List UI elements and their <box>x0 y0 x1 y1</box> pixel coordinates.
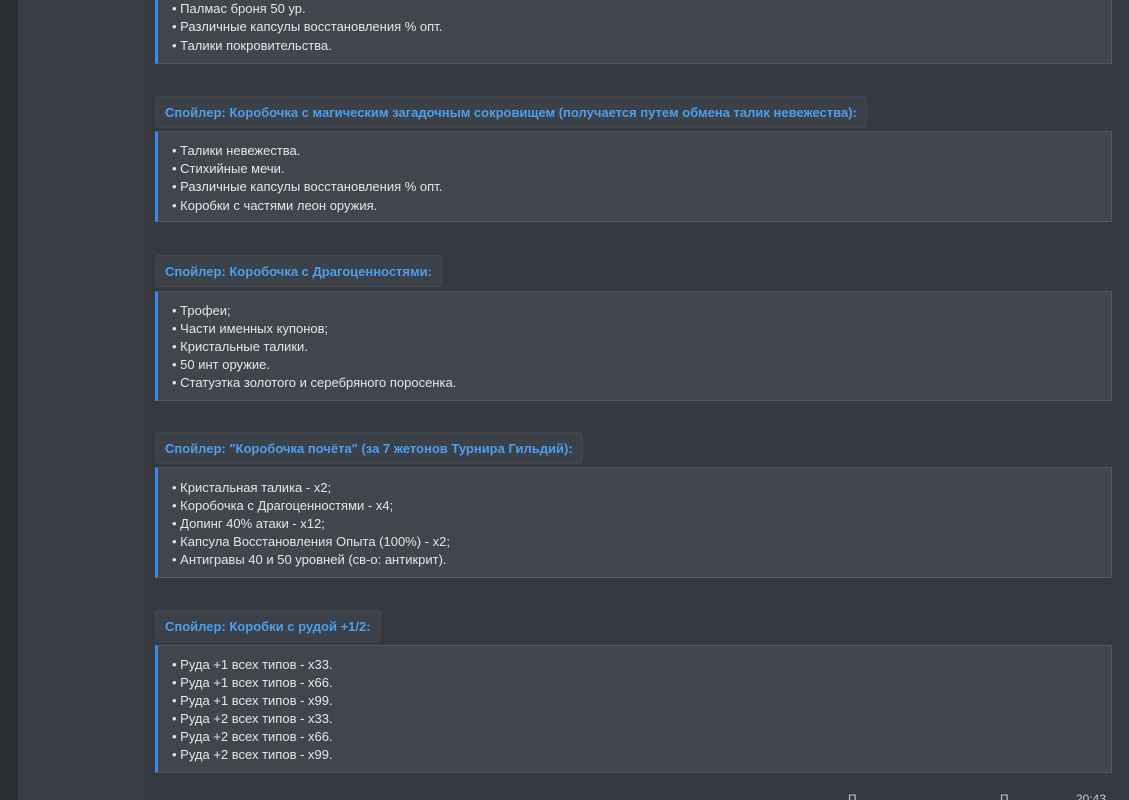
post-footer-link[interactable]: П <box>848 792 857 800</box>
list-item: • Части именных купонов; <box>172 321 329 336</box>
list-item: • Стихийные мечи. <box>172 161 285 176</box>
forum-page: • Палмас броня 50 ур. • Различные капсул… <box>0 0 1129 800</box>
list-item: • Кристальные талики. <box>172 339 308 354</box>
post-timestamp: 20:43 <box>1076 792 1107 800</box>
spoiler-toggle-honor-box[interactable]: Спойлер: "Коробочка почёта" (за 7 жетоно… <box>155 432 583 464</box>
list-item: • Коробки с частями леон оружия. <box>172 198 378 213</box>
list-item: • Различные капсулы восстановления % опт… <box>172 179 443 194</box>
list-item: • Палмас броня 50 ур. <box>172 1 306 16</box>
list-item: • Руда +2 всех типов - x99. <box>172 747 333 762</box>
list-item: • Антигравы 40 и 50 уровней (св-о: антик… <box>172 552 447 567</box>
left-edge-strip <box>0 0 18 800</box>
list-item: • Кристальная талика - x2; <box>172 480 332 495</box>
list-item: • Талики покровительства. <box>172 38 332 53</box>
list-item: • Капсула Восстановления Опыта (100%) - … <box>172 534 450 549</box>
list-item: • Допинг 40% атаки - x12; <box>172 516 325 531</box>
list-item: • Коробочка с Драгоценностями - x4; <box>172 498 394 513</box>
spoiler-content-top: • Палмас броня 50 ур. • Различные капсул… <box>155 0 1112 64</box>
list-item: • Талики невежества. <box>172 143 301 158</box>
list-item: • Трофеи; <box>172 303 231 318</box>
list-item: • Различные капсулы восстановления % опт… <box>172 19 443 34</box>
post-footer-label: П <box>1000 792 1009 800</box>
spoiler-content-magic-box: • Талики невежества. • Стихийные мечи. •… <box>155 131 1112 222</box>
spoiler-content-jewel-box: • Трофеи; • Части именных купонов; • Кри… <box>155 291 1112 401</box>
spoiler-content-honor-box: • Кристальная талика - x2; • Коробочка с… <box>155 467 1112 578</box>
list-item: • Статуэтка золотого и серебряного порос… <box>172 375 457 390</box>
spoiler-content-ore-box: • Руда +1 всех типов - x33. • Руда +1 вс… <box>155 645 1112 773</box>
list-item: • Руда +1 всех типов - x33. <box>172 657 333 672</box>
spoiler-toggle-magic-box[interactable]: Спойлер: Коробочка с магическим загадочн… <box>155 96 867 128</box>
list-item: • 50 инт оружие. <box>172 357 271 372</box>
list-item: • Руда +2 всех типов - x66. <box>172 729 333 744</box>
list-item: • Руда +1 всех типов - x66. <box>172 675 333 690</box>
list-item: • Руда +2 всех типов - x33. <box>172 711 333 726</box>
post-content: • Палмас броня 50 ур. • Различные капсул… <box>155 0 1112 800</box>
spoiler-toggle-jewel-box[interactable]: Спойлер: Коробочка с Драгоценностями: <box>155 255 442 287</box>
spoiler-toggle-ore-box[interactable]: Спойлер: Коробки с рудой +1/2: <box>155 610 381 642</box>
post-author-column <box>18 0 146 800</box>
list-item: • Руда +1 всех типов - x99. <box>172 693 333 708</box>
